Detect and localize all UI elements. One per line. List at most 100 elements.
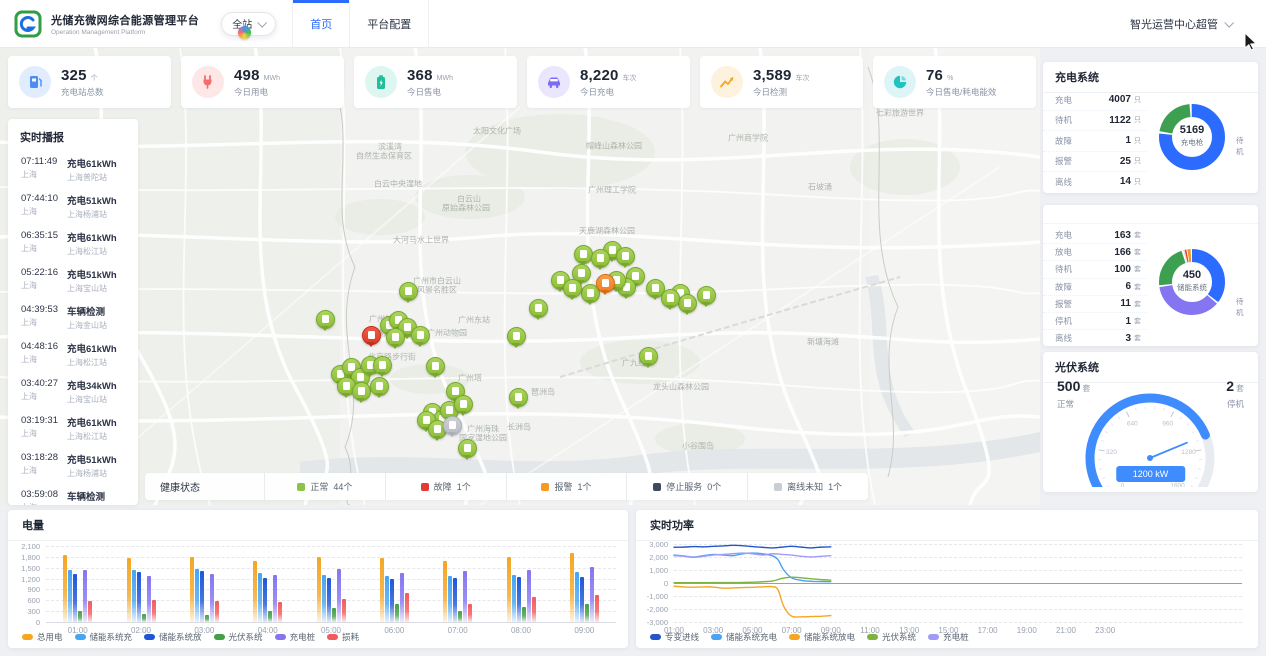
station-pin-normal[interactable]: [454, 395, 473, 414]
health-item-离线未知[interactable]: 离线未知1个: [747, 473, 868, 500]
station-pin-normal[interactable]: [399, 282, 418, 301]
legend-square-icon: [653, 483, 661, 491]
kpi-label: 今日充电: [580, 86, 637, 98]
map-canvas[interactable]: [0, 47, 1040, 505]
legend-item-光伏系统[interactable]: 光伏系统: [867, 631, 916, 643]
broadcast-city: 上海: [21, 206, 67, 217]
legend-label: 专变进线: [665, 631, 699, 643]
legend-square-icon: [297, 483, 305, 491]
legend-item-储能系统充[interactable]: 储能系统充: [75, 631, 133, 643]
broadcast-city: 上海: [21, 502, 67, 505]
page-title: 光储充微网综合能源管理平台: [51, 12, 199, 28]
broadcast-time: 06:35:15: [21, 230, 67, 241]
broadcast-event: 车辆检测: [67, 489, 107, 503]
station-pin-alarm[interactable]: [596, 274, 615, 293]
gauge-tick-label: 1600: [1170, 483, 1185, 487]
plug-icon: [192, 66, 224, 98]
station-pin-normal[interactable]: [697, 286, 716, 305]
stat-row-充电: 充电163套: [1043, 227, 1147, 244]
y-axis-label: 1,500: [10, 564, 40, 573]
kpi-unit: 车次: [796, 73, 810, 83]
energy-chart-title: 电量: [8, 510, 628, 541]
tab-首页[interactable]: 首页: [292, 0, 349, 47]
charging-gun-label: 充电枪: [1146, 137, 1238, 148]
health-item-label: 离线未知: [787, 480, 823, 493]
kpi-label: 今日检测: [753, 86, 810, 98]
y-axis-label: 900: [10, 585, 40, 594]
broadcast-item: 03:18:28上海充电51kWh上海杨浦站: [8, 447, 138, 484]
station-pin-normal[interactable]: [591, 249, 610, 268]
station-pin-normal[interactable]: [316, 310, 335, 329]
station-pin-normal[interactable]: [507, 327, 526, 346]
battery-icon: [365, 66, 397, 98]
broadcast-time: 04:48:16: [21, 341, 67, 352]
tab-平台配置[interactable]: 平台配置: [349, 0, 429, 47]
kpi-value: 498: [234, 67, 260, 84]
storage-panel-header: [1043, 205, 1258, 224]
station-pin-normal[interactable]: [616, 247, 635, 266]
station-pin-normal[interactable]: [529, 299, 548, 318]
station-pin-normal[interactable]: [678, 294, 697, 313]
line-series-充电桩: [674, 553, 831, 557]
health-item-故障[interactable]: 故障1个: [385, 473, 506, 500]
legend-item-储能系统充电[interactable]: 储能系统充电: [711, 631, 777, 643]
station-pin-normal[interactable]: [661, 289, 680, 308]
legend-item-储能系统放[interactable]: 储能系统放: [144, 631, 202, 643]
colorful-badge-icon: [238, 26, 251, 39]
station-pin-offline[interactable]: [443, 416, 462, 435]
bar-储能系统充: [258, 573, 262, 622]
health-item-label: 报警: [554, 480, 572, 493]
legend-item-损耗[interactable]: 损耗: [327, 631, 359, 643]
bar-充电桩: [527, 570, 531, 622]
station-pin-normal[interactable]: [509, 388, 528, 407]
user-menu[interactable]: 智光运营中心超管: [1130, 16, 1232, 32]
station-pin-normal[interactable]: [411, 326, 430, 345]
kpi-label: 今日用电: [234, 86, 280, 98]
station-pin-normal[interactable]: [426, 357, 445, 376]
legend-item-储能系统放电[interactable]: 储能系统放电: [789, 631, 855, 643]
station-pin-normal[interactable]: [639, 347, 658, 366]
broadcast-time: 04:39:53: [21, 304, 67, 315]
health-item-label: 停止服务: [666, 480, 702, 493]
station-pin-normal[interactable]: [370, 377, 389, 396]
broadcast-city: 上海: [21, 317, 67, 328]
legend-item-充电桩[interactable]: 充电桩: [928, 631, 969, 643]
y-axis-label: 300: [10, 607, 40, 616]
station-pin-normal[interactable]: [563, 279, 582, 298]
broadcast-time: 03:40:27: [21, 378, 67, 389]
bar-储能系统放: [517, 577, 521, 622]
station-pin-normal[interactable]: [386, 328, 405, 347]
power-chart-panel: 实时功率 3,0002,0001,0000-1,000-2,000-3,0000…: [636, 510, 1258, 648]
legend-item-光伏系统[interactable]: 光伏系统: [214, 631, 263, 643]
legend-label: 储能系统放: [159, 631, 202, 643]
bar-储能系统充: [322, 575, 326, 622]
broadcast-time: 07:11:49: [21, 156, 67, 167]
broadcast-station: 上海宝山站: [67, 394, 117, 405]
bar-总用电: [570, 553, 574, 622]
kpi-unit: 个: [91, 73, 98, 83]
health-item-count: 0个: [707, 480, 721, 493]
bar-光伏系统: [268, 611, 272, 622]
gridline: [46, 622, 616, 623]
health-item-正常[interactable]: 正常44个: [264, 473, 385, 500]
station-pin-normal[interactable]: [574, 245, 593, 264]
stat-row-故障: 故障6套: [1043, 279, 1147, 296]
station-pin-normal[interactable]: [458, 439, 477, 458]
bar-储能系统放: [327, 578, 331, 622]
health-item-停止服务[interactable]: 停止服务 0个: [626, 473, 747, 500]
broadcast-item: 07:11:49上海充电61kWh上海普陀站: [8, 151, 138, 188]
legend-item-专变进线[interactable]: 专变进线: [650, 631, 699, 643]
station-pin-normal[interactable]: [352, 382, 371, 401]
station-pin-fault[interactable]: [362, 326, 381, 345]
health-item-报警[interactable]: 报警1个: [506, 473, 627, 500]
kpi-label: 充电站总数: [61, 86, 104, 98]
station-pin-normal[interactable]: [373, 356, 392, 375]
legend-item-充电桩[interactable]: 充电桩: [275, 631, 316, 643]
app-header: 光储充微网综合能源管理平台 Operation Management Platf…: [0, 0, 1266, 48]
page-subtitle: Operation Management Platform: [51, 29, 199, 36]
kpi-card-3: 8,220车次今日充电: [527, 56, 690, 108]
legend-item-总用电[interactable]: 总用电: [22, 631, 63, 643]
broadcast-event: 充电61kWh: [67, 415, 117, 429]
gauge-tick-label: 960: [1162, 420, 1173, 427]
x-axis-label: 06:00: [384, 626, 404, 635]
